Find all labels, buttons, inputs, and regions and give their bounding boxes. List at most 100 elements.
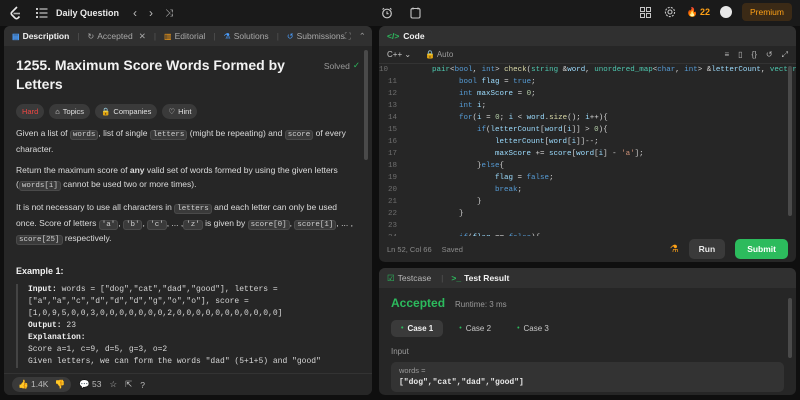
run-button[interactable]: Run	[688, 239, 726, 259]
prev-problem-chevron-left-icon[interactable]: ‹	[133, 6, 137, 20]
result-tabs-bar: ☑ Testcase | >_ Test Result	[379, 268, 796, 288]
code-line: 12 int maxScore = 0;	[387, 90, 536, 98]
tab-testcase[interactable]: ☑ Testcase	[387, 273, 431, 284]
collapse-chevron-icon[interactable]: ⌃	[359, 31, 366, 42]
tab-submissions[interactable]: ↺ Submissions	[287, 31, 345, 41]
check-circle-icon: ✓	[352, 60, 360, 70]
code-line: 19 flag = false;	[387, 174, 554, 182]
example-title: Example 1:	[16, 265, 64, 276]
code-line: 21 }	[387, 198, 482, 206]
code-line: 11 bool flag = true;	[387, 78, 536, 86]
input-box: words = ["dog","cat","dad","good"]	[391, 362, 784, 392]
settings-gear-icon[interactable]	[663, 5, 677, 19]
thumbs-up-icon: 👍	[18, 379, 29, 389]
avatar[interactable]	[719, 6, 732, 18]
code-line: 22 }	[387, 210, 464, 218]
streak-counter[interactable]: 🔥 22	[687, 7, 710, 18]
star-favorite-icon[interactable]: ☆	[110, 379, 118, 390]
description-scrollbar[interactable]	[364, 50, 368, 160]
case-tab[interactable]: • Case 2	[449, 320, 501, 337]
format-align-icon[interactable]: ≡	[724, 50, 729, 60]
tab-accepted[interactable]: ↻ Accepted ✕	[88, 31, 146, 42]
solutions-flask-icon: ⚗	[223, 31, 231, 41]
code-editor[interactable]: 10 pair<bool, int> check(string &word, u…	[379, 64, 796, 236]
code-line: 17 maxScore += score[word[i] - 'a'];	[387, 150, 644, 158]
result-panel: ☑ Testcase | >_ Test Result Accepted Runti…	[379, 268, 796, 395]
lock-icon: 🔒	[425, 50, 436, 59]
braces-icon[interactable]: {}	[752, 50, 757, 60]
pass-dot-icon: •	[401, 325, 404, 332]
statement-paragraph: It is not necessary to use all character…	[16, 202, 353, 245]
timer-alarm-icon[interactable]	[378, 5, 396, 21]
comments-button[interactable]: 💬 53	[79, 379, 101, 390]
auto-mode-toggle[interactable]: 🔒 Auto	[425, 50, 453, 59]
topics-chip[interactable]: ⌂ Topics	[49, 104, 91, 119]
editor-scrollbar[interactable]	[788, 66, 792, 216]
random-shuffle-icon[interactable]: ⤨	[165, 8, 173, 19]
code-line: 10 pair<bool, int> check(string &word, u…	[379, 66, 796, 74]
reset-undo-icon[interactable]: ↺	[766, 50, 773, 60]
comment-bubble-icon: 💬	[79, 379, 90, 389]
layout-grid-icon[interactable]	[639, 5, 653, 19]
editorial-book-icon: ▥	[164, 31, 172, 41]
page-title[interactable]: 1255. Maximum Score Words Formed by Lett…	[16, 56, 306, 94]
language-select[interactable]: C++ ⌄	[387, 50, 411, 59]
example-block: Input: words = ["dog","cat","dad","good"…	[16, 283, 360, 368]
terminal-icon: >_	[451, 273, 462, 283]
problem-panel: ▤ Description | ↻ Accepted ✕ | ▥ Editorial |…	[4, 26, 372, 395]
tab-description[interactable]: ▤ Description	[12, 31, 69, 41]
code-line: 23	[387, 222, 397, 230]
code-line: 20 break;	[387, 186, 523, 194]
accepted-icon: ↻	[87, 31, 95, 41]
case-tab[interactable]: • Case 1	[391, 320, 444, 337]
help-question-icon[interactable]: ?	[140, 380, 145, 390]
code-line: 13 int i;	[387, 102, 487, 110]
like-button[interactable]: 👍 1.4K	[18, 379, 48, 390]
description-doc-icon: ▤	[12, 31, 20, 41]
companies-chip[interactable]: 🔒 Companies	[95, 104, 158, 119]
checkbox-icon: ☑	[387, 272, 395, 283]
tab-editorial[interactable]: ▥ Editorial	[164, 31, 205, 41]
problem-list-icon[interactable]	[36, 7, 48, 19]
tab-test-result[interactable]: >_ Test Result	[451, 273, 509, 283]
problem-footer: 👍 1.4K 👎 💬 53 ☆ ⇱ ?	[4, 373, 372, 395]
result-status: Accepted	[391, 296, 446, 310]
debug-flask-icon[interactable]: ⚗	[670, 244, 679, 255]
result-scrollbar[interactable]	[788, 298, 792, 358]
problem-description: 1255. Maximum Score Words Formed by Lett…	[4, 46, 372, 375]
code-line: 18 }else{	[387, 162, 505, 170]
solved-status: Solved ✓	[323, 60, 360, 71]
lightbulb-icon: ♡	[168, 107, 176, 116]
lock-icon: 🔒	[101, 107, 111, 116]
dislike-thumbs-down-icon[interactable]: 👎	[54, 379, 65, 390]
bookmark-icon[interactable]: ▯	[738, 50, 742, 60]
hint-chip[interactable]: ♡ Hint	[162, 104, 198, 119]
tag-icon: ⌂	[55, 107, 60, 116]
result-body: Accepted Runtime: 3 ms • Case 1 • Case 2 •…	[379, 288, 796, 395]
leetcode-logo-icon[interactable]	[8, 6, 22, 20]
fullscreen-expand-icon[interactable]: ⛶	[345, 31, 351, 42]
editor-footer: Ln 52, Col 66 Saved ⚗ Run Submit	[379, 236, 796, 262]
next-problem-chevron-right-icon[interactable]: ›	[149, 6, 153, 20]
share-icon[interactable]: ⇱	[125, 379, 132, 390]
case-tab[interactable]: • Case 3	[507, 320, 559, 337]
runtime-text: Runtime: 3 ms	[455, 300, 507, 309]
close-tab-icon[interactable]: ✕	[139, 31, 146, 42]
streak-count: 22	[699, 7, 710, 17]
pass-dot-icon: •	[517, 325, 520, 332]
daily-question-title[interactable]: Daily Question	[56, 8, 119, 18]
fire-icon: 🔥	[686, 6, 698, 17]
expand-icon[interactable]: ⤢	[782, 50, 788, 60]
notes-icon[interactable]	[406, 5, 424, 21]
submissions-history-icon: ↺	[286, 31, 294, 41]
input-value: ["dog","cat","dad","good"]	[399, 378, 524, 387]
premium-button[interactable]: Premium	[741, 3, 792, 21]
top-nav: Daily Question ‹ › ⤨ 🔥 22 Premium	[0, 0, 800, 26]
code-line: 15 if(letterCount[word[i]] > 0){	[387, 126, 608, 134]
panel-splitter[interactable]	[375, 26, 377, 395]
submit-button[interactable]: Submit	[735, 239, 788, 259]
statement-paragraph: Return the maximum score of any valid se…	[16, 165, 338, 191]
tab-solutions[interactable]: ⚗ Solutions	[224, 31, 269, 41]
editor-toolbar: C++ ⌄ 🔒 Auto ≡ ▯ {} ↺ ⤢	[379, 46, 796, 64]
cursor-position: Ln 52, Col 66	[387, 244, 432, 254]
